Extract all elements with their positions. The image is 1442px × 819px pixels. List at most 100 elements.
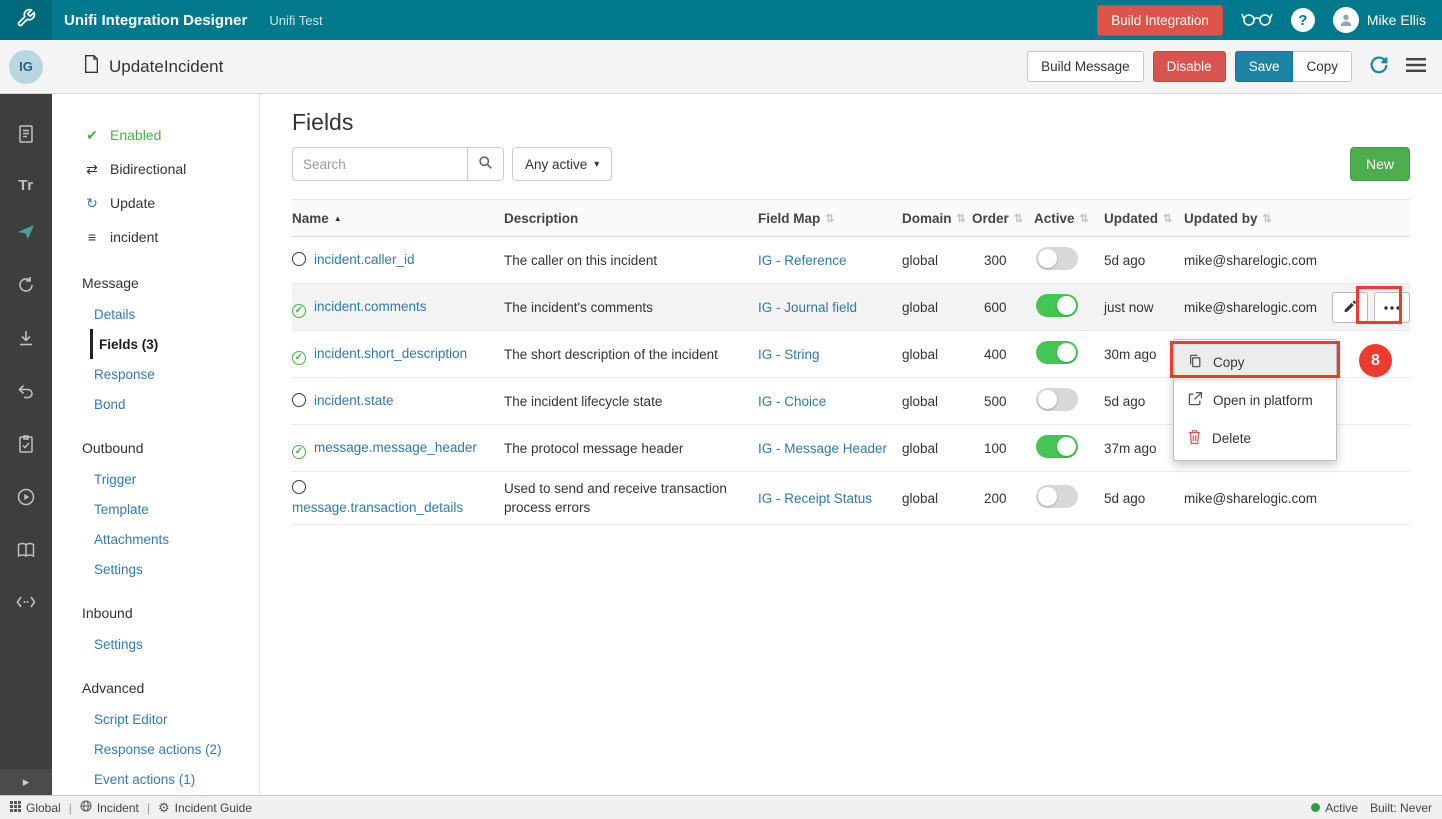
field-name-link[interactable]: incident.state xyxy=(314,393,394,408)
statusbar-label: Global xyxy=(26,801,61,815)
field-map-link[interactable]: IG - Message Header xyxy=(758,441,887,456)
sort-icon: ⇅ xyxy=(1014,212,1023,225)
statusbar-global[interactable]: Global xyxy=(10,801,61,815)
field-updated: 37m ago xyxy=(1104,441,1184,456)
save-button[interactable]: Save xyxy=(1235,51,1294,82)
fields-doc-icon[interactable] xyxy=(16,124,36,149)
nav-item-event-actions[interactable]: Event actions (1) xyxy=(52,764,259,794)
bidirectional-icon: ⇄ xyxy=(84,161,100,178)
nav-item-response[interactable]: Response xyxy=(52,359,259,389)
check-icon: ✔ xyxy=(84,127,100,144)
new-field-button[interactable]: New xyxy=(1350,147,1410,181)
statusbar-label: Incident xyxy=(97,801,139,815)
field-name-link[interactable]: message.transaction_details xyxy=(292,500,463,515)
column-name[interactable]: Name▲ xyxy=(292,211,504,226)
nav-item-outbound-settings[interactable]: Settings xyxy=(52,554,259,584)
field-map-link[interactable]: IG - Reference xyxy=(758,253,847,268)
context-menu-delete[interactable]: Delete xyxy=(1174,419,1336,457)
field-name-link[interactable]: message.message_header xyxy=(314,440,477,455)
nav-item-bond[interactable]: Bond xyxy=(52,389,259,419)
field-status-icon xyxy=(292,304,306,318)
nav-item-trigger[interactable]: Trigger xyxy=(52,464,259,494)
field-description: Used to send and receive transaction pro… xyxy=(504,479,758,517)
search-input[interactable] xyxy=(292,147,468,181)
code-icon[interactable] xyxy=(15,593,37,616)
undo-icon[interactable] xyxy=(16,381,36,406)
statusbar-incident-guide[interactable]: ⚙ Incident Guide xyxy=(158,800,252,816)
nav-item-fields[interactable]: Fields (3) xyxy=(90,329,259,359)
context-menu-open-in-platform[interactable]: Open in platform xyxy=(1174,381,1336,419)
field-domain: global xyxy=(902,347,972,362)
column-updated-by[interactable]: Updated by⇅ xyxy=(1184,211,1332,226)
column-active[interactable]: Active⇅ xyxy=(1034,211,1104,226)
active-toggle[interactable] xyxy=(1036,294,1078,317)
field-map-link[interactable]: IG - Journal field xyxy=(758,300,857,315)
active-filter-dropdown[interactable]: Any active ▾ xyxy=(512,147,612,181)
app-window: Unifi Integration Designer Unifi Test Bu… xyxy=(0,0,1442,819)
nav-item-response-actions[interactable]: Response actions (2) xyxy=(52,734,259,764)
nav-item-incident[interactable]: ≡ incident xyxy=(52,220,259,254)
active-toggle[interactable] xyxy=(1036,388,1078,411)
statusbar-label: Built: Never xyxy=(1370,801,1432,815)
nav-item-inbound-settings[interactable]: Settings xyxy=(52,629,259,659)
refresh-button[interactable] xyxy=(1368,54,1390,79)
field-domain: global xyxy=(902,441,972,456)
field-order: 100 xyxy=(972,441,1034,456)
field-name-link[interactable]: incident.short_description xyxy=(314,346,467,361)
disable-button[interactable]: Disable xyxy=(1153,51,1226,82)
nav-item-enabled[interactable]: ✔ Enabled xyxy=(52,118,259,152)
glasses-icon[interactable] xyxy=(1241,9,1273,32)
integration-avatar[interactable]: IG xyxy=(9,50,43,84)
field-name-link[interactable]: incident.caller_id xyxy=(314,252,415,267)
build-message-button[interactable]: Build Message xyxy=(1027,51,1144,82)
hamburger-icon xyxy=(1406,57,1426,76)
column-updated[interactable]: Updated⇅ xyxy=(1104,211,1184,226)
active-toggle[interactable] xyxy=(1036,435,1078,458)
text-format-icon[interactable]: Tr xyxy=(18,177,33,194)
active-toggle[interactable] xyxy=(1036,247,1078,270)
nav-item-script-editor[interactable]: Script Editor xyxy=(52,704,259,734)
menu-item-label: Copy xyxy=(1213,355,1245,370)
field-map-link[interactable]: IG - String xyxy=(758,347,820,362)
app-logo[interactable] xyxy=(0,0,52,40)
search-button[interactable] xyxy=(468,147,504,181)
field-name-link[interactable]: incident.comments xyxy=(314,299,427,314)
column-order[interactable]: Order⇅ xyxy=(972,211,1034,226)
statusbar-incident[interactable]: Incident xyxy=(80,800,139,815)
nav-label: Bidirectional xyxy=(110,161,186,177)
integration-name[interactable]: Unifi Test xyxy=(269,13,322,28)
separator: | xyxy=(69,801,72,815)
field-domain: global xyxy=(902,491,972,506)
field-map-link[interactable]: IG - Receipt Status xyxy=(758,491,872,506)
user-menu[interactable]: Mike Ellis xyxy=(1333,7,1426,33)
nav-label: Update xyxy=(110,195,155,211)
active-toggle[interactable] xyxy=(1036,341,1078,364)
tasks-icon[interactable] xyxy=(16,434,36,459)
book-icon[interactable] xyxy=(16,540,36,565)
nav-item-update[interactable]: ↻ Update xyxy=(52,186,259,220)
column-field-map[interactable]: Field Map⇅ xyxy=(758,211,902,226)
history-icon[interactable] xyxy=(16,275,36,300)
download-icon[interactable] xyxy=(16,328,36,353)
help-icon[interactable]: ? xyxy=(1291,8,1315,32)
play-icon[interactable] xyxy=(16,487,36,512)
row-more-button[interactable] xyxy=(1374,292,1410,323)
nav-item-bidirectional[interactable]: ⇄ Bidirectional xyxy=(52,152,259,186)
menu-button[interactable] xyxy=(1406,57,1426,76)
nav-item-attachments[interactable]: Attachments xyxy=(52,524,259,554)
field-map-link[interactable]: IG - Choice xyxy=(758,394,826,409)
user-name: Mike Ellis xyxy=(1367,12,1426,28)
build-integration-button[interactable]: Build Integration xyxy=(1097,5,1223,36)
nav-item-template[interactable]: Template xyxy=(52,494,259,524)
field-domain: global xyxy=(902,253,972,268)
column-description[interactable]: Description xyxy=(504,211,758,226)
context-menu-copy[interactable]: Copy xyxy=(1174,343,1336,381)
edit-field-button[interactable] xyxy=(1332,292,1368,323)
search-icon xyxy=(478,155,493,173)
active-toggle[interactable] xyxy=(1036,485,1078,508)
column-domain[interactable]: Domain⇅ xyxy=(902,211,972,226)
send-icon[interactable] xyxy=(16,222,36,247)
rail-expand-button[interactable]: ▸ xyxy=(0,769,52,795)
copy-record-button[interactable]: Copy xyxy=(1293,51,1352,82)
nav-item-details[interactable]: Details xyxy=(52,299,259,329)
